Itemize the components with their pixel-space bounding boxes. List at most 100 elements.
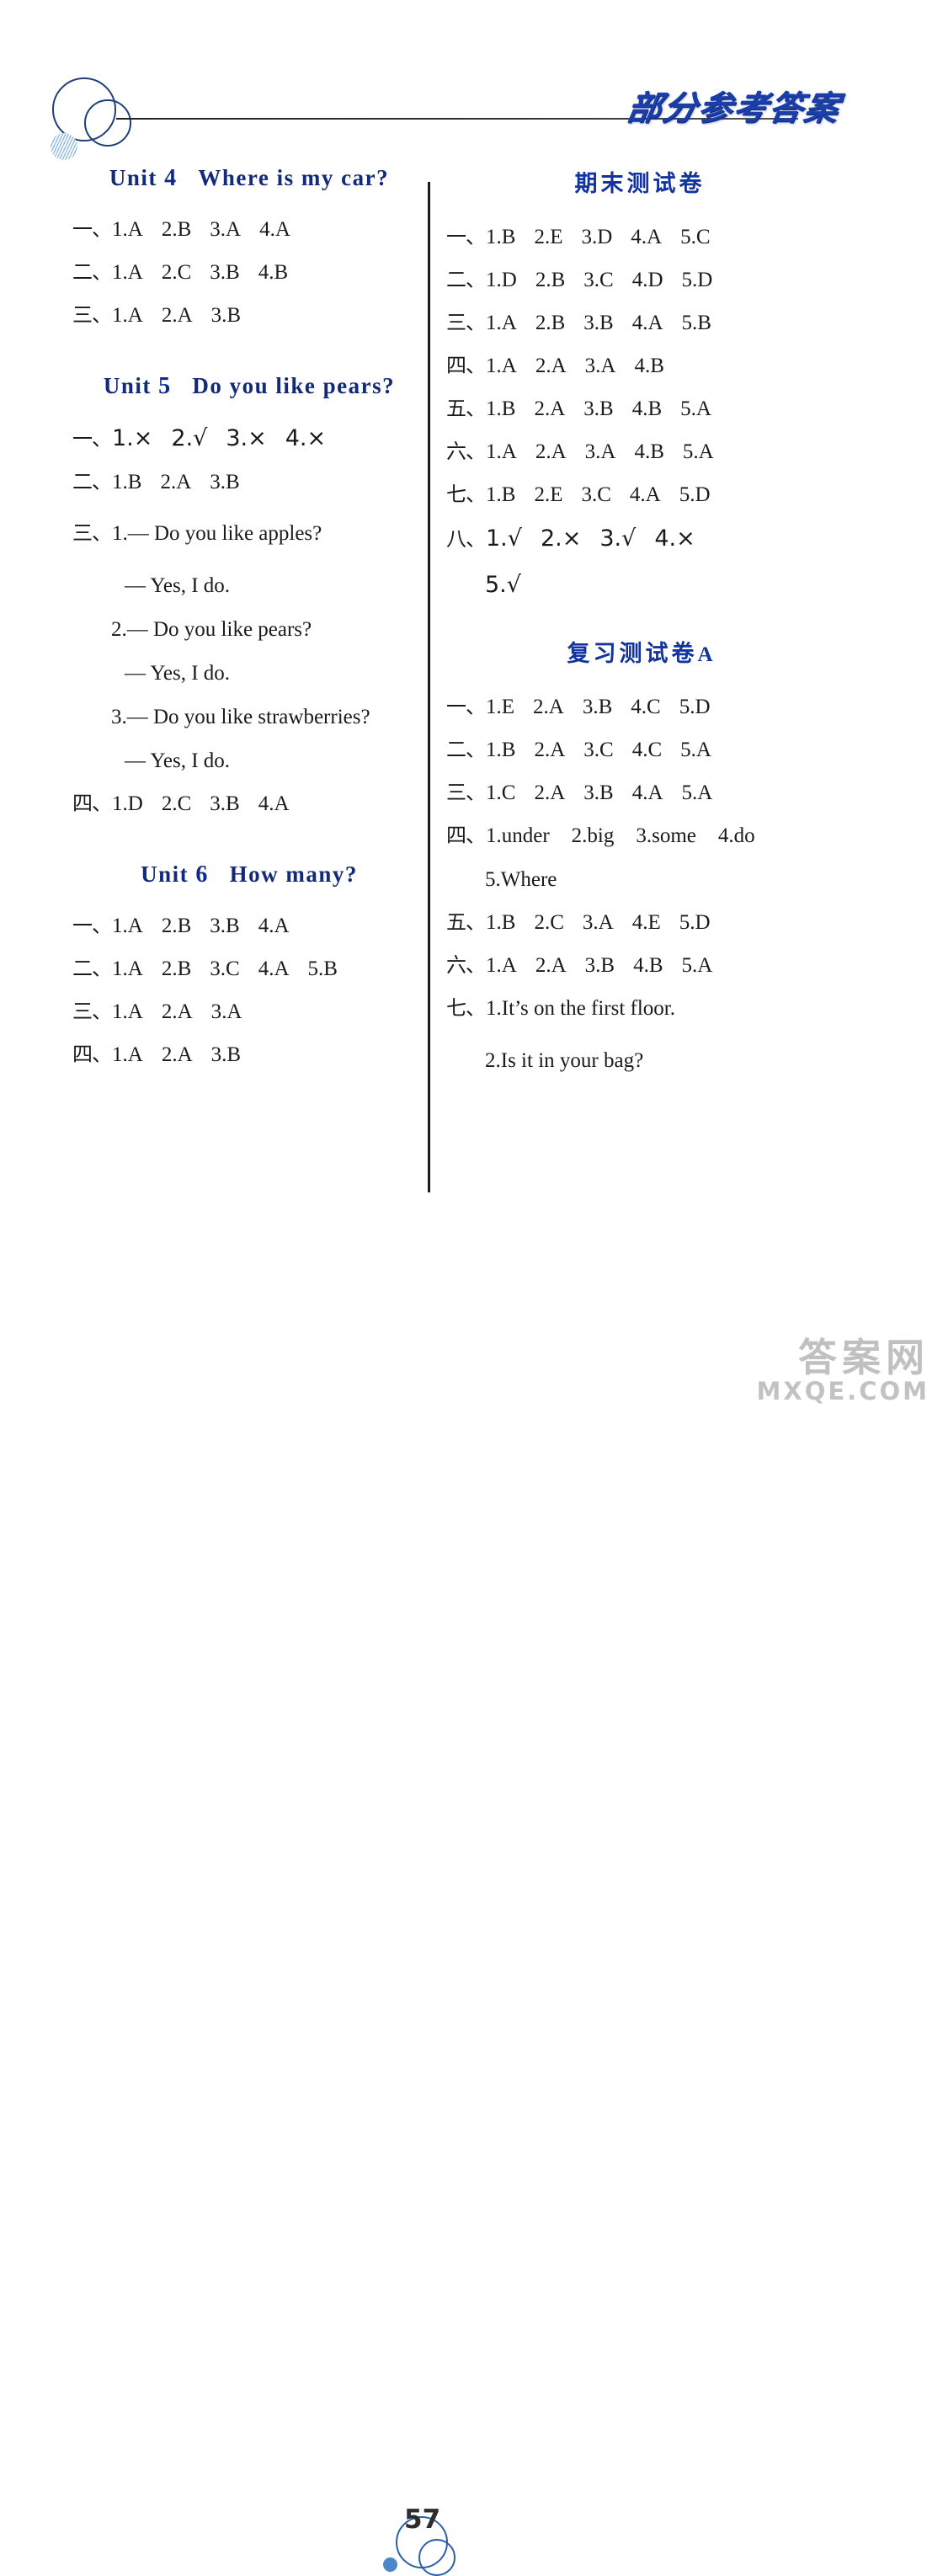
row-number: 二、 (446, 738, 486, 761)
answer-item: 4.A (631, 312, 663, 334)
answer-item: 4.B (634, 355, 664, 377)
answer-row: 三、 1.A 2.A 3.B (72, 305, 426, 326)
answer-item: 3.C (581, 483, 611, 506)
answer-item: 4.A (629, 483, 661, 506)
dialogue-question: 1.— Do you like apples? (112, 522, 322, 545)
dialogue-answer: — Yes, I do. (125, 574, 231, 597)
unit5-heading: Unit 5 Do you like pears? (72, 373, 426, 400)
answer-item: 2.A (534, 781, 566, 804)
answer-item: 1.A (486, 312, 517, 334)
row-number: 三、 (72, 1000, 112, 1023)
row-number: 四、 (446, 824, 486, 847)
answer-row: 七、 1.B 2.E 3.C 4.A 5.D (446, 484, 834, 505)
answer-row: 五、 1.B 2.A 3.B 4.B 5.A (446, 398, 834, 419)
answer-item: 2.× (540, 525, 582, 552)
answer-row: 一、 1.A 2.B 3.B 4.A (72, 915, 426, 936)
answer-item: 5.A (682, 440, 714, 463)
answer-item: 1.√ (486, 525, 522, 552)
sentence-answer: 2.Is it in your bag? (485, 1049, 644, 1072)
row-number: 一、 (446, 225, 486, 248)
row-number: 六、 (446, 440, 486, 463)
page-title: 部分参考答案 (624, 89, 844, 128)
answer-item: 1.A (112, 915, 143, 937)
answer-item: 5.D (679, 696, 711, 718)
dialogue-answer: — Yes, I do. (125, 662, 231, 685)
answer-item: 3.B (210, 261, 240, 284)
answer-item: 1.E (486, 696, 515, 718)
row-number: 二、 (72, 957, 112, 980)
answer-item: 4.× (654, 525, 695, 552)
answer-item: 2.A (535, 440, 567, 463)
page-number: 57 (404, 2504, 441, 2535)
answer-item: 1.D (486, 269, 517, 291)
answer-row: 一、 1.A 2.B 3.A 4.A (72, 219, 426, 240)
page-footer: 57 答案网 MXQE.COM (0, 1251, 943, 2576)
final-exam-heading: 期末测试卷 (574, 171, 706, 197)
unit6-label: Unit (141, 861, 189, 887)
answer-item: 5.A (680, 739, 711, 761)
answer-item: 3.× (226, 425, 267, 451)
answer-columns: Unit 4 Where is my car? 一、 1.A 2.B 3.A 4… (0, 165, 943, 1251)
answer-item: 3.A (582, 911, 614, 934)
answer-item: 1.B (486, 739, 516, 761)
answer-item: 4.do (717, 824, 755, 847)
decorative-hatched-dot-icon (51, 133, 77, 160)
answer-item: 1.C (486, 781, 516, 804)
unit6-number: 6 (195, 861, 209, 888)
answer-item: 1.B (112, 471, 142, 493)
answer-item: 2.C (534, 911, 564, 934)
answer-item: 2.E (534, 483, 563, 506)
answer-item: 5.D (679, 483, 711, 506)
review-a-heading: 复习测试卷A (446, 635, 834, 668)
row-number: 二、 (72, 260, 112, 284)
answer-item: 5.A (681, 954, 713, 977)
unit4-number: 4 (164, 165, 178, 191)
unit5-title: Do you like pears? (192, 373, 396, 398)
answer-item: 4.D (631, 269, 663, 291)
row-number: 七、 (446, 483, 486, 506)
answer-item: 2.A (161, 1043, 193, 1066)
row-number: 五、 (446, 397, 486, 420)
row-number: 三、 (446, 781, 486, 804)
answer-item: 3.B (582, 696, 613, 718)
answer-item: 1.B (486, 397, 516, 420)
answer-item: 4.A (258, 792, 290, 815)
answer-item: 5.D (679, 911, 711, 934)
row-number: 三、 (446, 311, 486, 334)
row-number: 三、 (72, 521, 112, 545)
answer-item: 2.A (534, 397, 566, 420)
answer-row: 五、 1.B 2.C 3.A 4.E 5.D (446, 912, 834, 933)
answer-item: 1.A (486, 954, 517, 977)
column-divider (428, 182, 430, 1192)
answer-row: 四、 1.D 2.C 3.B 4.A (72, 793, 426, 814)
unit5-label: Unit (103, 373, 152, 398)
answer-row: 一、 1.× 2.√ 3.× 4.× (72, 427, 426, 450)
left-column: Unit 4 Where is my car? 一、 1.A 2.B 3.A 4… (72, 165, 426, 1075)
answer-item: 4.B (633, 954, 663, 977)
answer-item: 4.A (631, 781, 663, 804)
answer-item: 5.A (680, 397, 711, 420)
answer-item: 1.B (486, 483, 516, 506)
dialogue-answer: — Yes, I do. (125, 749, 231, 772)
answer-item: 2.A (533, 696, 564, 718)
answer-item: 1.A (112, 1043, 143, 1066)
footer-decorative-circle-small-icon (418, 2539, 456, 2576)
answer-item: 3.B (210, 792, 240, 815)
review-a-suffix: A (697, 643, 713, 666)
answer-item: 5.D (681, 269, 713, 291)
answer-overflow-item: 5.√ (485, 572, 521, 598)
answer-item: 5.B (681, 312, 711, 334)
row-number: 四、 (72, 792, 112, 815)
answer-item: 3.B (584, 954, 615, 977)
review-a-title: 复习测试卷 (567, 641, 698, 667)
answer-overflow-item: 5.Where (485, 868, 557, 891)
right-column: 期末测试卷 一、 1.B 2.E 3.D 4.A 5.C 二、 1.D 2.B … (446, 165, 834, 1073)
answer-item: 3.B (583, 312, 614, 334)
row-number: 七、 (446, 996, 486, 1020)
answer-item: 3.B (210, 1043, 242, 1066)
answer-item: 3.B (583, 781, 614, 804)
answer-item: 3.C (583, 269, 614, 291)
footer-decorative-dot-icon (383, 2557, 397, 2572)
answer-item: 1.A (112, 1000, 143, 1023)
answer-item: 2.√ (171, 425, 208, 451)
